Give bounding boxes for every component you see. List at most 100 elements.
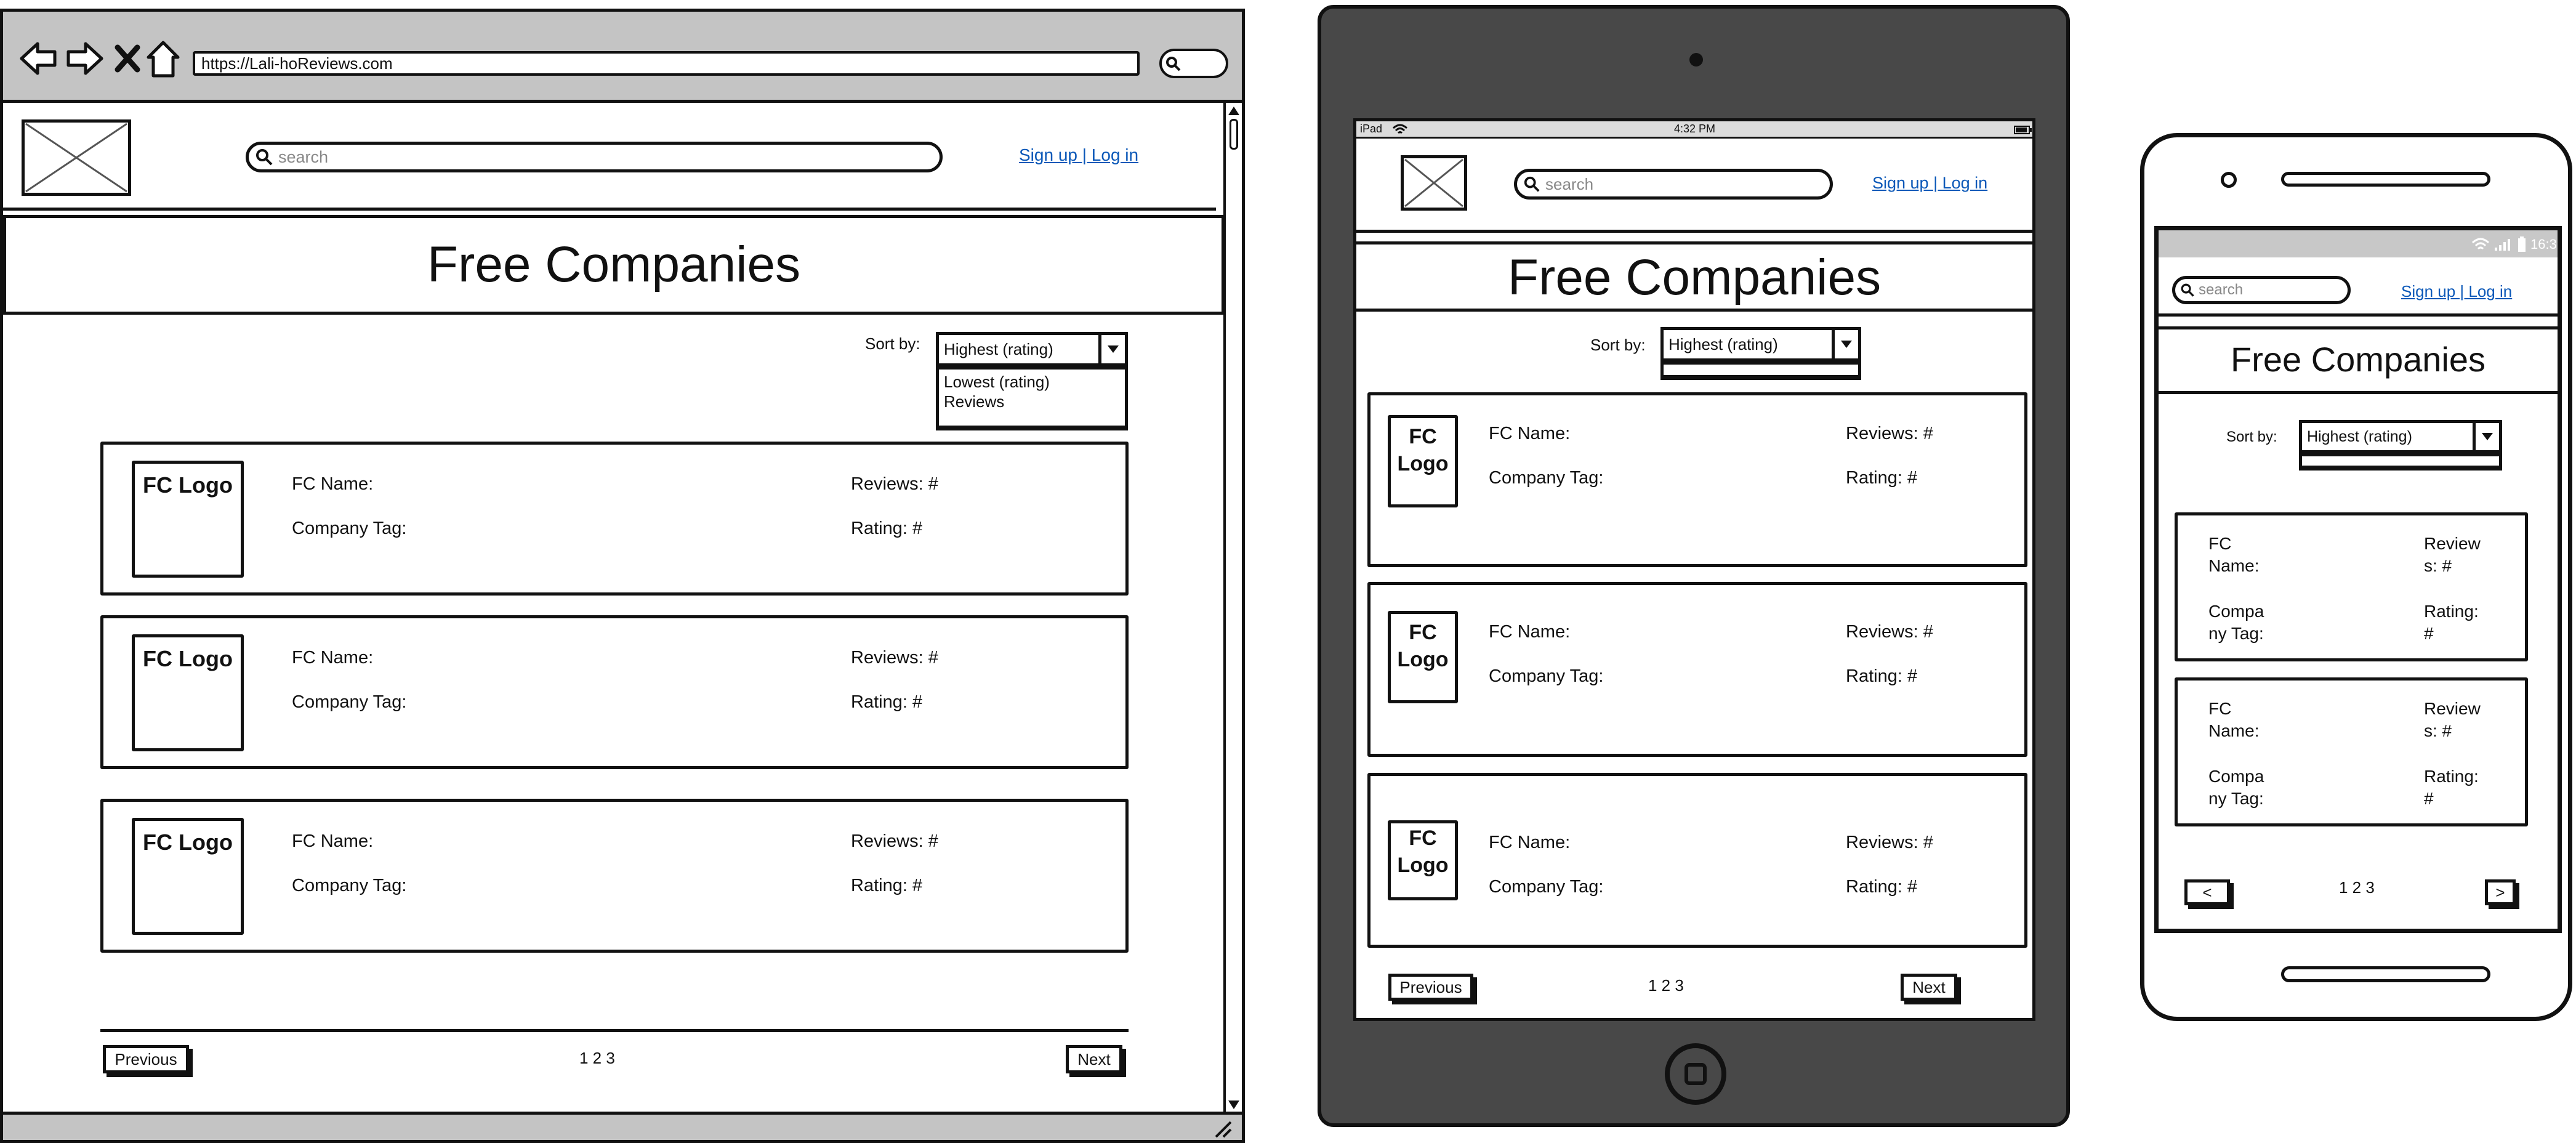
search-icon (1166, 57, 1181, 71)
phone-home-bar[interactable] (2281, 966, 2490, 982)
rating-label: Rating: # (2424, 765, 2479, 810)
address-bar[interactable]: https://Lali-hoReviews.com (193, 51, 1140, 76)
sort-label: Sort by: (2226, 429, 2277, 445)
search-placeholder: search (278, 147, 329, 166)
reviews-count-label: Reviews: # (1846, 424, 1933, 443)
phone-camera (2221, 172, 2237, 188)
home-icon[interactable] (146, 40, 180, 78)
label-line: Review (2424, 699, 2481, 718)
status-time: 4:32 PM (1674, 123, 1716, 135)
sort-label: Sort by: (1590, 336, 1646, 354)
company-name-label: FC Name: (1489, 424, 1571, 443)
rating-label: Rating: # (2424, 600, 2479, 645)
page-numbers[interactable]: 1 2 3 (1648, 976, 1684, 995)
logo-text-line: Logo (1397, 854, 1449, 877)
dropdown-arrow[interactable] (2473, 423, 2499, 450)
wifi-icon (1392, 124, 1408, 134)
sort-options-list (2299, 453, 2502, 471)
company-logo-placeholder: FC Logo (132, 634, 244, 751)
previous-button[interactable]: Previous (1388, 974, 1473, 1001)
page-numbers[interactable]: 1 2 3 (2339, 878, 2375, 897)
reviews-count-label: Reviews: # (851, 474, 938, 494)
chevron-down-icon (1108, 345, 1119, 353)
company-card[interactable]: FC Logo FC Name: Company Tag: Reviews: #… (100, 442, 1129, 596)
company-card[interactable]: FC Logo FC Name: Company Tag: Reviews: #… (1367, 773, 2027, 948)
sort-selected-value: Highest (rating) (944, 339, 1053, 358)
company-card[interactable]: FC Logo FC Name: Company Tag: Reviews: #… (1367, 392, 2027, 567)
signup-login-link[interactable]: Sign up | Log in (2401, 282, 2512, 301)
label-line: ny Tag: (2208, 624, 2264, 643)
signup-login-link[interactable]: Sign up | Log in (1019, 145, 1138, 165)
tablet-home-button[interactable] (1665, 1043, 1726, 1105)
label-line: s: # (2424, 721, 2452, 740)
company-name-label: FC Name: (292, 831, 374, 851)
sort-option[interactable]: Reviews (944, 392, 1120, 411)
status-time: 16:32 (2530, 236, 2562, 252)
rating-label: Rating: # (1846, 468, 1918, 488)
phone-speaker (2281, 172, 2490, 187)
company-card[interactable]: FC Logo FC Name: Company Tag: Reviews: #… (100, 615, 1129, 769)
label-line: Review (2424, 534, 2481, 553)
browser-search-pill[interactable] (1159, 49, 1228, 78)
tablet-frame: iPad 4:32 PM search Sign up | Log in Fre… (1318, 5, 2070, 1127)
page-numbers[interactable]: 1 2 3 (579, 1049, 615, 1068)
logo-text-line: FC (1409, 425, 1437, 448)
dropdown-arrow[interactable] (1832, 330, 1858, 358)
page-title-band: Free Companies (3, 215, 1225, 315)
site-logo-placeholder (1401, 155, 1467, 211)
search-input[interactable]: search (1514, 169, 1833, 200)
resize-grip-icon[interactable] (1211, 1118, 1232, 1138)
sort-dropdown[interactable]: Highest (rating) (1660, 327, 1861, 361)
scroll-up-icon[interactable] (1228, 107, 1239, 115)
company-name-label: FC Name: (1489, 833, 1571, 852)
previous-button[interactable]: < (2184, 879, 2230, 905)
search-input[interactable]: search (2172, 276, 2351, 304)
forward-arrow-icon[interactable] (65, 41, 104, 76)
search-input[interactable]: search (246, 142, 943, 172)
next-button[interactable]: Next (1066, 1045, 1122, 1073)
rating-label: Rating: # (851, 876, 923, 895)
label-line: ny Tag: (2208, 789, 2264, 808)
sort-dropdown[interactable]: Highest (rating) (936, 332, 1128, 366)
chevron-down-icon (2482, 433, 2493, 440)
desktop-browser-window: https://Lali-hoReviews.com search Sign u… (0, 9, 1245, 1143)
label-line: FC (2208, 534, 2232, 553)
company-tag-label: Company Tag: (1489, 666, 1604, 686)
battery-icon (2014, 126, 2032, 134)
logo-text-line: Logo (1397, 452, 1449, 475)
signup-login-link[interactable]: Sign up | Log in (1872, 174, 1987, 193)
vertical-scrollbar[interactable] (1223, 103, 1242, 1113)
phone-screen: 16:32 search Sign up | Log in Free Compa… (2154, 226, 2562, 933)
company-name-label: FC Name: (2208, 533, 2259, 577)
search-icon (1524, 176, 1540, 192)
scroll-down-icon[interactable] (1228, 1101, 1239, 1109)
close-icon[interactable] (114, 44, 141, 73)
sort-selected-value: Highest (rating) (1668, 334, 1778, 353)
page-title: Free Companies (2231, 340, 2485, 379)
phone-status-bar: 16:32 (2159, 230, 2558, 257)
phone-frame: 16:32 search Sign up | Log in Free Compa… (2140, 133, 2572, 1021)
label-line: Compa (2208, 602, 2264, 621)
logo-text-line: FC (1409, 826, 1437, 850)
company-card[interactable]: FC Logo FC Name: Company Tag: Reviews: #… (100, 799, 1129, 953)
wifi-icon (2471, 238, 2490, 250)
company-card[interactable]: FC Logo FC Name: Company Tag: Reviews: #… (1367, 582, 2027, 757)
previous-button[interactable]: Previous (103, 1045, 189, 1073)
page-title-band: Free Companies (1356, 241, 2032, 312)
company-card[interactable]: FC Name: Review s: # Compa ny Tag: Ratin… (2175, 512, 2528, 661)
company-name-label: FC Name: (292, 648, 374, 668)
company-tag-label: Company Tag: (292, 692, 407, 712)
device-label: iPad (1360, 123, 1383, 135)
back-arrow-icon[interactable] (19, 41, 58, 76)
next-button[interactable]: Next (1901, 974, 1957, 1001)
company-card[interactable]: FC Name: Review s: # Compa ny Tag: Ratin… (2175, 677, 2528, 826)
scrollbar-thumb[interactable] (1230, 119, 1238, 150)
sort-dropdown[interactable]: Highest (rating) (2299, 420, 2502, 453)
signal-icon (2495, 239, 2510, 251)
site-logo-placeholder (22, 119, 131, 196)
sort-option[interactable]: Lowest (rating) (944, 372, 1120, 392)
next-button[interactable]: > (2485, 879, 2516, 905)
reviews-count-label: Reviews: # (851, 831, 938, 851)
tablet-camera (1689, 53, 1703, 67)
dropdown-arrow[interactable] (1098, 335, 1125, 363)
